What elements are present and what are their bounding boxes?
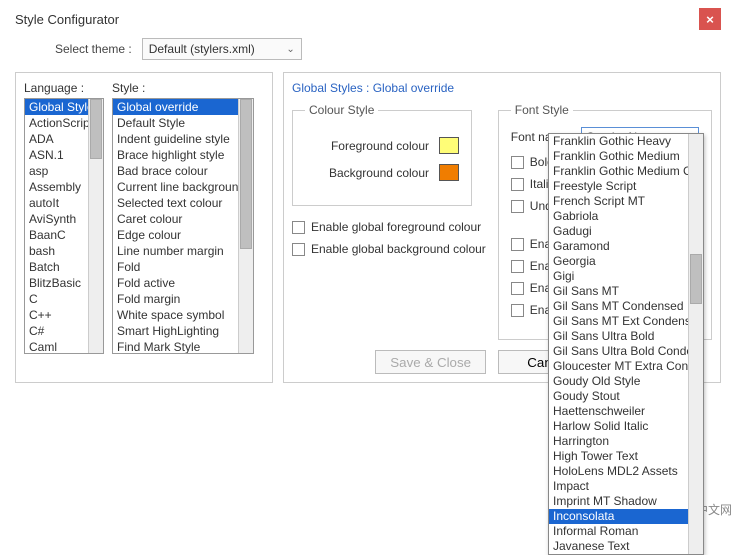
list-item[interactable]: Fold margin [113, 291, 238, 307]
theme-value: Default (stylers.xml) [149, 42, 255, 56]
dropdown-item[interactable]: Javanese Text [549, 539, 688, 554]
dropdown-item[interactable]: High Tower Text [549, 449, 688, 464]
scrollbar[interactable] [688, 134, 703, 554]
dropdown-item[interactable]: Informal Roman [549, 524, 688, 539]
close-icon: × [706, 12, 714, 27]
list-item[interactable]: autoIt [25, 195, 88, 211]
list-item[interactable]: Fold active [113, 275, 238, 291]
dropdown-item[interactable]: Gil Sans Ultra Bold [549, 329, 688, 344]
dropdown-item[interactable]: Harrington [549, 434, 688, 449]
dropdown-item[interactable]: Gadugi [549, 224, 688, 239]
font-legend: Font Style [511, 103, 573, 117]
dropdown-item[interactable]: Gil Sans Ultra Bold Condensed [549, 344, 688, 359]
language-label: Language : [24, 81, 104, 95]
font-name-dropdown[interactable]: Franklin Gothic HeavyFranklin Gothic Med… [548, 133, 704, 555]
list-item[interactable]: ActionScript [25, 115, 88, 131]
enable-bg-checkbox[interactable] [292, 243, 305, 256]
dropdown-item[interactable]: Gil Sans MT Condensed [549, 299, 688, 314]
scrollbar[interactable] [238, 99, 253, 353]
background-label: Background colour [329, 166, 429, 180]
dropdown-item[interactable]: Franklin Gothic Medium [549, 149, 688, 164]
dropdown-item[interactable]: Harlow Solid Italic [549, 419, 688, 434]
list-item[interactable]: Assembly [25, 179, 88, 195]
list-item[interactable]: Bad brace colour [113, 163, 238, 179]
list-item[interactable]: Indent guideline style [113, 131, 238, 147]
list-item[interactable]: Current line background [113, 179, 238, 195]
list-item[interactable]: Brace highlight style [113, 147, 238, 163]
scrollbar-thumb[interactable] [90, 99, 102, 159]
list-item[interactable]: Caml [25, 339, 88, 353]
list-item[interactable]: C# [25, 323, 88, 339]
dropdown-item[interactable]: Franklin Gothic Heavy [549, 134, 688, 149]
scrollbar-thumb[interactable] [690, 254, 702, 304]
dropdown-item[interactable]: Freestyle Script [549, 179, 688, 194]
save-close-button[interactable]: Save & Close [375, 350, 486, 374]
chevron-down-icon: ⌄ [286, 44, 294, 55]
dropdown-item[interactable]: HoloLens MDL2 Assets [549, 464, 688, 479]
list-item[interactable]: Selected text colour [113, 195, 238, 211]
language-listbox[interactable]: Global StylesActionScriptADAASN.1aspAsse… [24, 98, 104, 354]
left-panel: Language : Global StylesActionScriptADAA… [15, 72, 273, 383]
style-breadcrumb: Global Styles : Global override [292, 81, 712, 95]
scrollbar-thumb[interactable] [240, 99, 252, 249]
enable-bg-label: Enable global background colour [311, 242, 486, 256]
dropdown-item[interactable]: Gabriola [549, 209, 688, 224]
scrollbar[interactable] [88, 99, 103, 353]
dropdown-item[interactable]: Haettenschweiler [549, 404, 688, 419]
dropdown-item[interactable]: Garamond [549, 239, 688, 254]
enable-global-checkbox[interactable] [511, 282, 524, 295]
list-item[interactable]: Caret colour [113, 211, 238, 227]
enable-global-checkbox[interactable] [511, 260, 524, 273]
background-colour-swatch[interactable] [439, 164, 459, 181]
list-item[interactable]: Batch [25, 259, 88, 275]
theme-select[interactable]: Default (stylers.xml) ⌄ [142, 38, 302, 60]
colour-legend: Colour Style [305, 103, 378, 117]
dropdown-item[interactable]: Goudy Stout [549, 389, 688, 404]
list-item[interactable]: Find Mark Style [113, 339, 238, 353]
enable-global-checkbox[interactable] [511, 238, 524, 251]
italic-checkbox[interactable] [511, 178, 524, 191]
list-item[interactable]: Default Style [113, 115, 238, 131]
list-item[interactable]: Line number margin [113, 243, 238, 259]
style-listbox[interactable]: Global overrideDefault StyleIndent guide… [112, 98, 254, 354]
list-item[interactable]: White space symbol [113, 307, 238, 323]
list-item[interactable]: Smart HighLighting [113, 323, 238, 339]
list-item[interactable]: C++ [25, 307, 88, 323]
dropdown-item[interactable]: Impact [549, 479, 688, 494]
list-item[interactable]: Fold [113, 259, 238, 275]
enable-global-checkbox[interactable] [511, 304, 524, 317]
foreground-colour-swatch[interactable] [439, 137, 459, 154]
close-button[interactable]: × [699, 8, 721, 30]
dropdown-item[interactable]: Georgia [549, 254, 688, 269]
enable-fg-label: Enable global foreground colour [311, 220, 481, 234]
bold-checkbox[interactable] [511, 156, 524, 169]
list-item[interactable]: Global override [113, 99, 238, 115]
dropdown-item[interactable]: Gigi [549, 269, 688, 284]
dropdown-item[interactable]: Gloucester MT Extra Condensed [549, 359, 688, 374]
list-item[interactable]: ADA [25, 131, 88, 147]
list-item[interactable]: ASN.1 [25, 147, 88, 163]
list-item[interactable]: C [25, 291, 88, 307]
dropdown-item[interactable]: Gil Sans MT [549, 284, 688, 299]
dropdown-item[interactable]: Franklin Gothic Medium Cond [549, 164, 688, 179]
style-label: Style : [112, 81, 254, 95]
list-item[interactable]: AviSynth [25, 211, 88, 227]
dropdown-item[interactable]: Goudy Old Style [549, 374, 688, 389]
enable-fg-checkbox[interactable] [292, 221, 305, 234]
list-item[interactable]: asp [25, 163, 88, 179]
dropdown-item[interactable]: Imprint MT Shadow [549, 494, 688, 509]
underline-checkbox[interactable] [511, 200, 524, 213]
list-item[interactable]: Global Styles [25, 99, 88, 115]
dropdown-item[interactable]: Gil Sans MT Ext Condensed [549, 314, 688, 329]
list-item[interactable]: BlitzBasic [25, 275, 88, 291]
list-item[interactable]: BaanC [25, 227, 88, 243]
window-title: Style Configurator [15, 12, 119, 27]
dropdown-item[interactable]: Inconsolata [549, 509, 688, 524]
list-item[interactable]: Edge colour [113, 227, 238, 243]
list-item[interactable]: bash [25, 243, 88, 259]
foreground-label: Foreground colour [331, 139, 429, 153]
colour-style-group: Colour Style Foreground colour Backgroun… [292, 103, 472, 206]
theme-label: Select theme : [55, 42, 132, 56]
dropdown-item[interactable]: French Script MT [549, 194, 688, 209]
